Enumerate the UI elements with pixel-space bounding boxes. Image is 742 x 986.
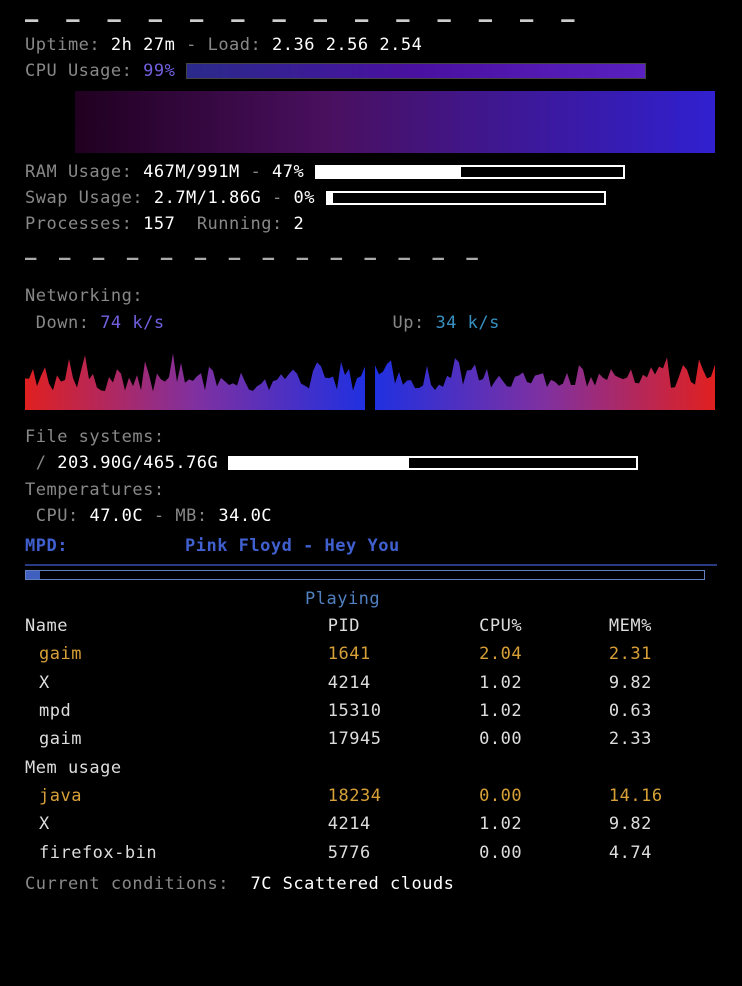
col-name: Name <box>25 612 328 640</box>
proc-mem: 9.82 <box>609 669 717 697</box>
ram-percent: 47% <box>272 162 304 182</box>
proc-cpu: 1.02 <box>479 669 609 697</box>
temp-row: CPU: 47.0C - MB: 34.0C <box>25 503 717 529</box>
temp-cpu-value: 47.0C <box>89 506 143 526</box>
ram-bar <box>315 165 625 179</box>
running-label: Running: <box>197 214 283 234</box>
table-row: mpd 15310 1.02 0.63 <box>25 697 717 725</box>
proc-name: firefox-bin <box>25 839 328 867</box>
fs-label: File systems: <box>25 424 717 450</box>
fs-root-row: / 203.90G/465.76G <box>25 450 717 476</box>
proc-row: Processes: 157 Running: 2 <box>25 211 717 237</box>
swap-percent: 0% <box>293 188 314 208</box>
proc-cpu: 0.00 <box>479 725 609 753</box>
ram-row: RAM Usage: 467M/991M - 47% <box>25 159 717 185</box>
col-cpu: CPU% <box>479 612 609 640</box>
fs-bar <box>228 456 638 470</box>
uptime-label: Uptime: <box>25 35 100 55</box>
running-value: 2 <box>293 214 304 234</box>
net-graphs <box>25 342 717 410</box>
swap-label: Swap Usage: <box>25 188 143 208</box>
processes-label: Processes: <box>25 214 132 234</box>
fs-root-value: 203.90G/465.76G <box>57 453 218 473</box>
swap-row: Swap Usage: 2.7M/1.86G - 0% <box>25 185 717 211</box>
temp-mb-label: MB: <box>175 506 207 526</box>
temp-cpu-label: CPU: <box>36 506 79 526</box>
mem-usage-label: Mem usage <box>25 754 717 782</box>
proc-cpu: 1.02 <box>479 810 609 838</box>
mpd-row: MPD: Pink Floyd - Hey You <box>25 533 717 559</box>
processes-value: 157 <box>143 214 175 234</box>
proc-mem: 2.31 <box>609 640 717 668</box>
table-row: gaim 17945 0.00 2.33 <box>25 725 717 753</box>
uptime-value: 2h 27m <box>111 35 175 55</box>
proc-cpu: 0.00 <box>479 839 609 867</box>
proc-mem: 14.16 <box>609 782 717 810</box>
cpu-percent: 99% <box>143 61 175 81</box>
table-row: X 4214 1.02 9.82 <box>25 810 717 838</box>
proc-name: gaim <box>25 725 328 753</box>
ram-value: 467M/991M <box>143 162 240 182</box>
col-pid: PID <box>328 612 479 640</box>
mpd-status: Playing <box>25 586 717 612</box>
cpu-bar-small <box>186 63 646 79</box>
top-dashes: —————————————— <box>25 15 717 26</box>
table-header-row: Name PID CPU% MEM% <box>25 612 717 640</box>
table-row: firefox-bin 5776 0.00 4.74 <box>25 839 717 867</box>
net-row: Down: 74 k/s Up: 34 k/s <box>25 310 717 336</box>
load-value: 2.36 2.56 2.54 <box>272 35 422 55</box>
proc-pid: 4214 <box>328 810 479 838</box>
proc-pid: 18234 <box>328 782 479 810</box>
ram-label: RAM Usage: <box>25 162 132 182</box>
table-row: gaim 1641 2.04 2.31 <box>25 640 717 668</box>
proc-pid: 15310 <box>328 697 479 725</box>
proc-pid: 5776 <box>328 839 479 867</box>
down-value: 74 k/s <box>100 313 164 333</box>
cpu-label: CPU Usage: <box>25 61 132 81</box>
cpu-row: CPU Usage: 99% <box>25 58 717 84</box>
proc-mem: 4.74 <box>609 839 717 867</box>
mpd-song: Pink Floyd - Hey You <box>185 533 400 559</box>
process-table: Name PID CPU% MEM% gaim 1641 2.04 2.31 X… <box>25 612 717 867</box>
proc-name: gaim <box>25 640 328 668</box>
mpd-progress-bar <box>25 570 705 580</box>
divider: —————————————— <box>25 244 717 273</box>
weather-label: Current conditions: <box>25 874 229 894</box>
swap-value: 2.7M/1.86G <box>154 188 261 208</box>
mpd-rule <box>25 564 717 566</box>
proc-cpu: 1.02 <box>479 697 609 725</box>
up-value: 34 k/s <box>435 313 499 333</box>
weather-value: 7C Scattered clouds <box>250 874 454 894</box>
swap-bar <box>326 191 606 205</box>
proc-mem: 9.82 <box>609 810 717 838</box>
proc-pid: 4214 <box>328 669 479 697</box>
proc-name: mpd <box>25 697 328 725</box>
down-graph <box>25 342 365 410</box>
cpu-bar-big <box>75 91 715 153</box>
proc-pid: 17945 <box>328 725 479 753</box>
proc-name: java <box>25 782 328 810</box>
proc-name: X <box>25 669 328 697</box>
proc-mem: 2.33 <box>609 725 717 753</box>
proc-cpu: 2.04 <box>479 640 609 668</box>
weather-row: Current conditions: 7C Scattered clouds <box>25 871 717 897</box>
load-label: Load: <box>208 35 262 55</box>
table-row: X 4214 1.02 9.82 <box>25 669 717 697</box>
uptime-row: Uptime: 2h 27m - Load: 2.36 2.56 2.54 <box>25 32 717 58</box>
temp-label: Temperatures: <box>25 477 717 503</box>
col-mem: MEM% <box>609 612 717 640</box>
temp-mb-value: 34.0C <box>218 506 272 526</box>
table-row: java 18234 0.00 14.16 <box>25 782 717 810</box>
mpd-label: MPD: <box>25 533 185 559</box>
proc-name: X <box>25 810 328 838</box>
fs-root-label: / <box>36 453 47 473</box>
proc-pid: 1641 <box>328 640 479 668</box>
up-graph <box>375 342 715 410</box>
networking-label: Networking: <box>25 283 717 309</box>
up-label: Up: <box>392 313 424 333</box>
proc-cpu: 0.00 <box>479 782 609 810</box>
proc-mem: 0.63 <box>609 697 717 725</box>
down-label: Down: <box>36 313 90 333</box>
